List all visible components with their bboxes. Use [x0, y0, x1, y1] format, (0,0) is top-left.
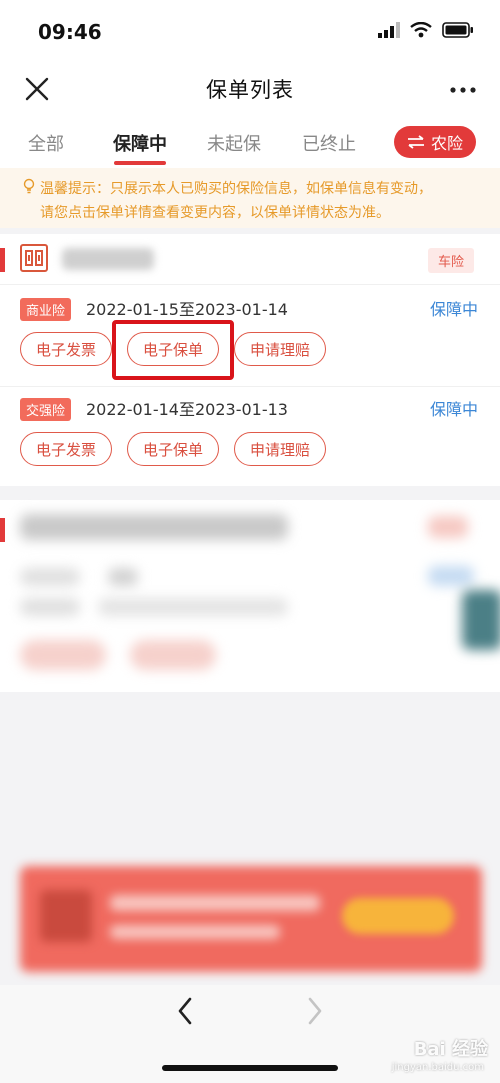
blurred-text — [98, 598, 288, 616]
policy-type-badge: 车险 — [427, 248, 474, 273]
status-time: 09:46 — [38, 20, 102, 44]
switch-agri-button[interactable]: 农险 — [394, 126, 476, 158]
battery-icon — [442, 22, 473, 38]
policy-category-badge: 交强险 — [20, 398, 72, 421]
policy-status: 保障中 — [429, 400, 478, 419]
tab-active[interactable]: 保障中 — [113, 130, 167, 156]
card-header: 车险 — [0, 234, 500, 285]
promo-image — [40, 890, 92, 942]
more-icon[interactable] — [448, 75, 478, 105]
e-invoice-button[interactable]: 电子发票 — [20, 332, 112, 366]
insured-name-blurred — [62, 248, 154, 270]
claim-button[interactable]: 申请理赔 — [234, 432, 326, 466]
insurer-logo-icon — [20, 244, 48, 272]
watermark-url: jingyan.baidu.com — [391, 1062, 484, 1073]
claim-button[interactable]: 申请理赔 — [234, 332, 326, 366]
e-invoice-button[interactable]: 电子发票 — [20, 432, 112, 466]
watermark-logo: Bai 经验 — [413, 1039, 488, 1060]
policy-date-range: 2022-01-14至2023-01-13 — [86, 400, 288, 419]
policy-row: 交强险 2022-01-14至2023-01-13 保障中 电子发票 电子保单 … — [0, 386, 500, 486]
active-tab-underline — [114, 161, 166, 165]
bulb-icon — [23, 178, 35, 194]
blurred-text — [20, 598, 80, 616]
tip-text-line1: 温馨提示：只展示本人已购买的保险信息，如保单信息有变动， — [40, 181, 432, 197]
home-indicator — [162, 1065, 338, 1071]
tip-text-line2: 请您点击保单详情查看变更内容，以保单详情状态为准。 — [40, 205, 390, 221]
blurred-button — [130, 640, 216, 670]
signal-icon — [378, 22, 400, 38]
policy-row: 商业险 2022-01-15至2023-01-14 保障中 电子发票 电子保单 … — [0, 286, 500, 387]
tab-all[interactable]: 全部 — [28, 130, 64, 156]
card-accent-stripe — [0, 518, 5, 542]
tip-banner: 温馨提示：只展示本人已购买的保险信息，如保单信息有变动， 请您点击保单详情查看变… — [0, 168, 500, 228]
e-policy-button[interactable]: 电子保单 — [127, 432, 219, 466]
wifi-icon — [410, 22, 432, 38]
policy-card[interactable]: 车险 商业险 2022-01-15至2023-01-14 保障中 电子发票 电子… — [0, 234, 500, 486]
blurred-badge — [428, 516, 468, 538]
policy-date-range: 2022-01-15至2023-01-14 — [86, 300, 288, 319]
promo-text — [110, 895, 320, 911]
back-icon[interactable] — [172, 993, 200, 1029]
navbar: 保单列表 — [0, 62, 500, 116]
tab-terminated[interactable]: 已终止 — [302, 130, 356, 156]
blurred-text — [108, 568, 138, 586]
policy-category-badge: 商业险 — [20, 298, 72, 321]
blurred-status — [428, 566, 474, 586]
blurred-text — [20, 568, 80, 586]
blurred-image — [462, 590, 500, 650]
status-bar: 09:46 — [0, 0, 500, 62]
tab-bar: 全部 保障中 未起保 已终止 农险 — [0, 116, 500, 169]
tab-not-started[interactable]: 未起保 — [207, 130, 261, 156]
swap-icon — [407, 135, 424, 149]
policy-card-blurred[interactable] — [0, 500, 500, 692]
status-icons — [378, 22, 474, 38]
page-title: 保单列表 — [206, 78, 294, 102]
blurred-button — [20, 640, 106, 670]
promo-text — [110, 925, 280, 939]
blurred-title — [20, 514, 288, 540]
promo-button[interactable] — [342, 898, 454, 934]
highlight-annotation — [112, 320, 234, 380]
card-accent-stripe — [0, 248, 5, 272]
switch-label: 农险 — [430, 134, 463, 153]
policy-status: 保障中 — [429, 300, 478, 319]
forward-icon[interactable] — [300, 993, 328, 1029]
